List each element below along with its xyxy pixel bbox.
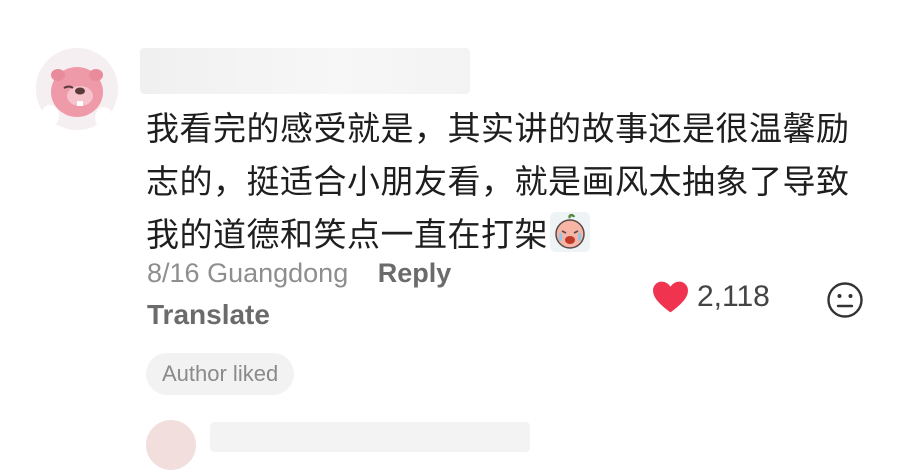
like-count: 2,118: [697, 280, 770, 313]
like-button[interactable]: 2,118: [652, 280, 770, 314]
next-comment-username-redacted[interactable]: [210, 422, 530, 452]
heart-icon[interactable]: [652, 280, 689, 314]
comment-location: Guangdong: [207, 258, 349, 288]
comment-body: 我看完的感受就是，其实讲的故事还是很温馨励志的，挺适合小朋友看，就是画风太抽象了…: [146, 102, 866, 261]
commenter-avatar[interactable]: [36, 48, 118, 130]
author-liked-badge: Author liked: [146, 353, 295, 395]
crying-peach-emoji-icon: [550, 212, 590, 252]
username-redacted[interactable]: [140, 48, 470, 94]
comment-text: 我看完的感受就是，其实讲的故事还是很温馨励志的，挺适合小朋友看，就是画风太抽象了…: [146, 109, 850, 254]
reply-button[interactable]: Reply: [378, 258, 452, 288]
neutral-face-icon[interactable]: [826, 281, 864, 319]
comment-meta: 8/16 Guangdong Reply: [147, 258, 451, 289]
comment-date: 8/16: [147, 258, 200, 288]
next-comment-avatar[interactable]: [146, 420, 196, 470]
translate-button[interactable]: Translate: [147, 299, 270, 331]
beaver-avatar-image: [36, 48, 118, 130]
